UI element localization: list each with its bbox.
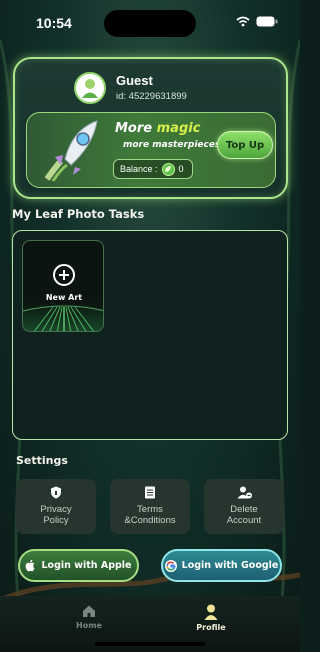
delete-account-button[interactable]: Delete Account [204, 479, 284, 534]
login-apple-button[interactable]: Login with Apple [18, 549, 139, 582]
nav-profile[interactable]: Profile [181, 604, 241, 632]
balance-pill: Balance : 0 [113, 159, 193, 179]
top-up-button[interactable]: Top Up [217, 131, 273, 159]
user-avatar-icon [82, 79, 98, 98]
terms-conditions-label-line2: &Conditions [124, 515, 176, 526]
leaf-coin-icon [161, 162, 175, 176]
terms-conditions-label: Terms &Conditions [124, 504, 175, 526]
login-apple-label: Login with Apple [41, 560, 132, 571]
profile-icon [204, 604, 218, 620]
profile-card: Guest id: 45229631899 More magic more ma… [13, 57, 288, 199]
delete-account-label-line2: Account [226, 515, 262, 526]
rocket-icon [44, 120, 98, 182]
nav-home-label: Home [76, 621, 102, 630]
battery-icon [256, 16, 278, 27]
delete-account-label-line1: Delete [230, 504, 258, 515]
shield-icon [51, 486, 61, 499]
apple-icon [26, 559, 35, 572]
new-art-card[interactable]: New Art [22, 240, 104, 332]
user-remove-icon [237, 486, 252, 499]
promo-banner: More magic more masterpieces Balance : 0… [26, 112, 276, 188]
wifi-icon [236, 16, 250, 27]
settings-title: Settings [16, 454, 68, 467]
privacy-policy-label: Privacy Policy [40, 504, 71, 526]
tasks-panel: New Art [12, 230, 288, 440]
login-google-label: Login with Google [181, 560, 279, 571]
user-id: id: 45229631899 [116, 91, 187, 102]
new-art-glow [23, 303, 103, 331]
terms-conditions-button[interactable]: Terms &Conditions [110, 479, 190, 534]
promo-title-prefix: More [115, 121, 157, 136]
privacy-policy-label-line1: Privacy [40, 504, 72, 515]
privacy-policy-button[interactable]: Privacy Policy [16, 479, 96, 534]
terms-conditions-label-line1: Terms [137, 504, 163, 515]
delete-account-label: Delete Account [227, 504, 261, 526]
privacy-policy-label-line2: Policy [43, 515, 69, 526]
promo-title: More magic [115, 121, 200, 136]
avatar[interactable] [74, 72, 106, 104]
tasks-section-title: My Leaf Photo Tasks [12, 207, 145, 221]
login-google-button[interactable]: Login with Google [161, 549, 282, 582]
google-icon [164, 559, 177, 572]
balance-label: Balance : [120, 164, 158, 174]
home-icon [83, 605, 95, 617]
plus-icon [53, 264, 75, 286]
status-time: 10:54 [36, 15, 72, 31]
status-icons [236, 16, 278, 27]
user-name: Guest [116, 73, 153, 88]
document-icon [145, 486, 155, 499]
nav-home[interactable]: Home [59, 604, 119, 630]
promo-title-highlight: magic [156, 121, 201, 136]
balance-value: 0 [178, 164, 184, 174]
new-art-label: New Art [45, 293, 83, 302]
status-bar: 10:54 [0, 0, 300, 44]
dynamic-island [104, 10, 196, 37]
home-indicator [95, 642, 205, 646]
promo-subtitle: more masterpieces [123, 140, 221, 150]
nav-profile-label: Profile [196, 623, 226, 632]
